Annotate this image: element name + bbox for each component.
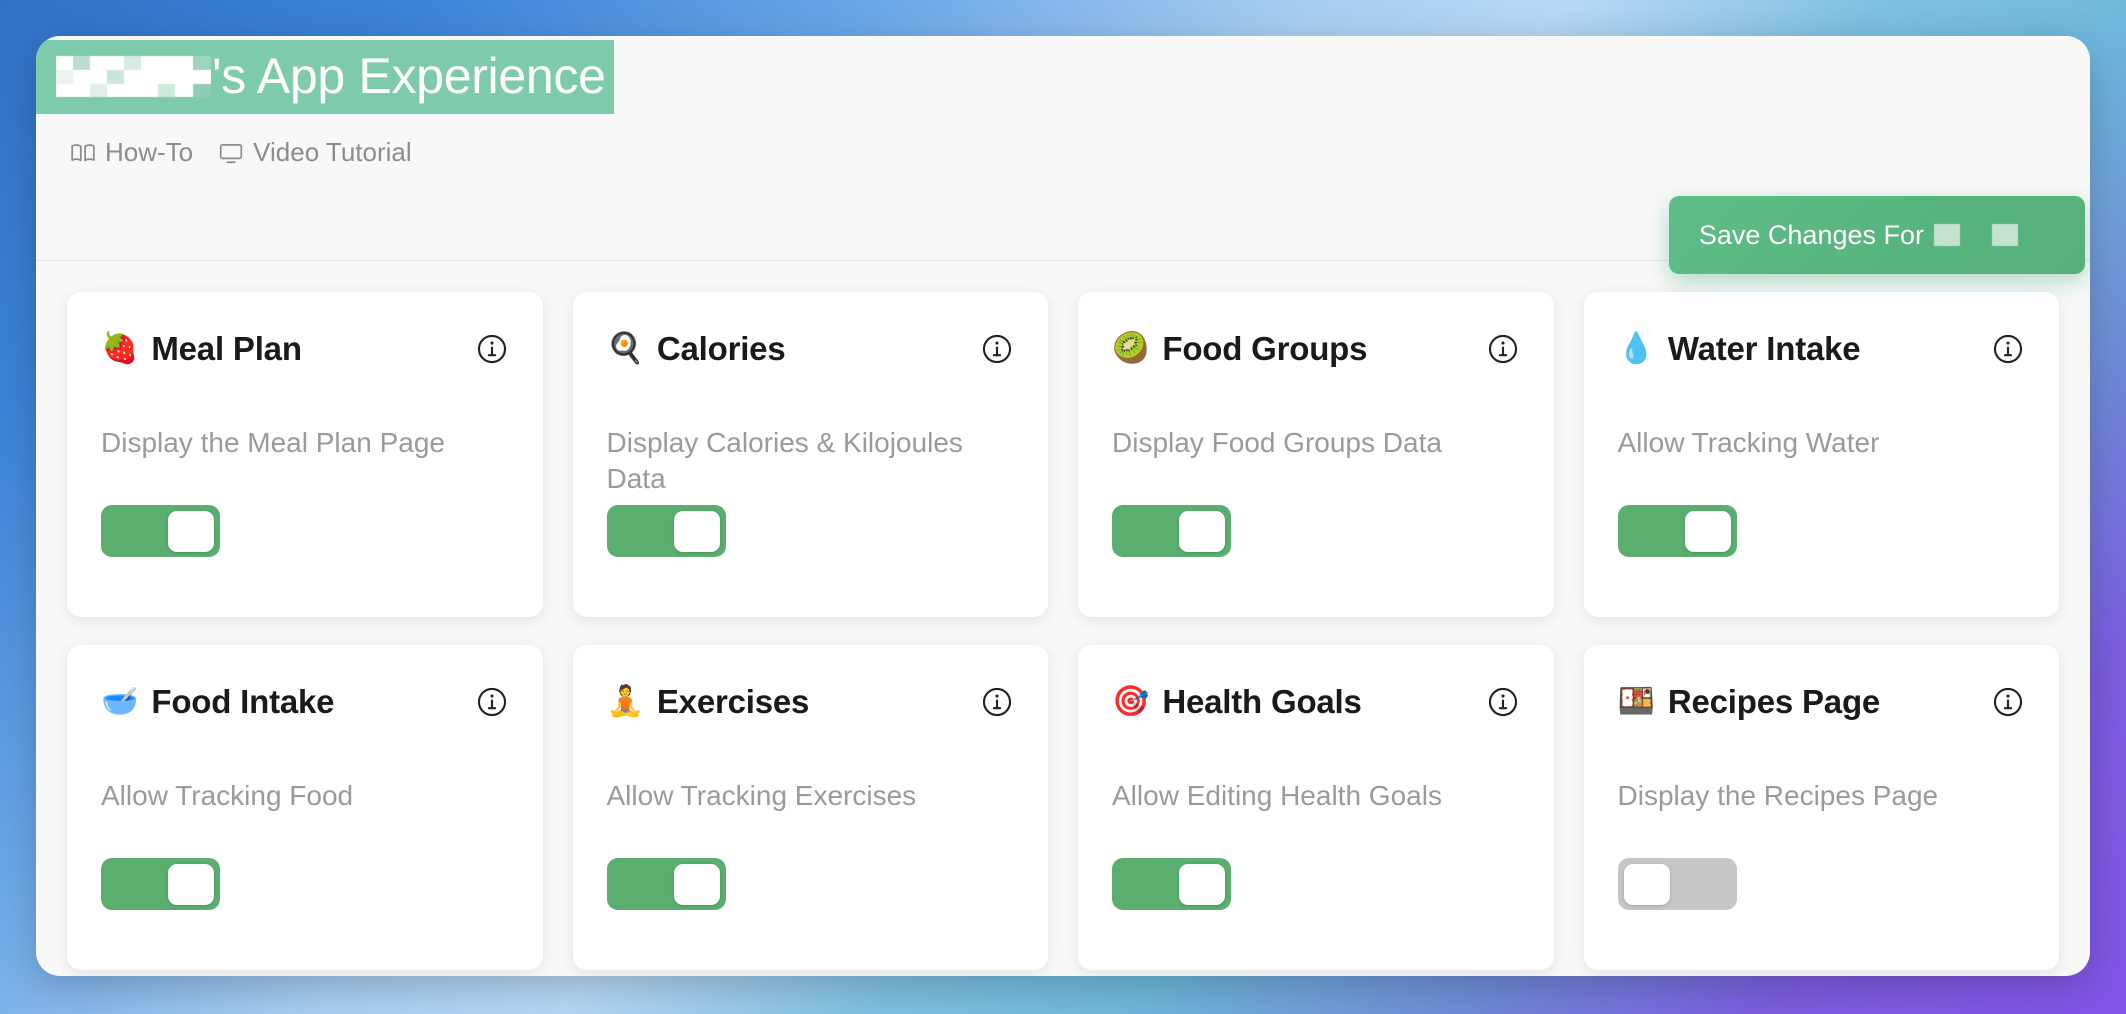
- card-title-wrap: 🎯 Health Goals: [1112, 683, 1362, 721]
- card-header: 💧 Water Intake: [1618, 330, 2026, 368]
- card-header: 🥝 Food Groups: [1112, 330, 1520, 368]
- card-title: Exercises: [656, 683, 810, 720]
- card-header: 🥣 Food Intake: [101, 683, 509, 721]
- monitor-icon: [218, 140, 244, 166]
- header-nav: How-To Video Tutorial: [70, 137, 412, 168]
- card-title: Calories: [656, 330, 786, 367]
- card-description: Allow Editing Health Goals: [1112, 780, 1442, 811]
- app-experience-panel: 's App Experience How-To Video Tutorial …: [36, 36, 2090, 976]
- open-book-icon: [70, 140, 96, 166]
- card-description: Display the Meal Plan Page: [101, 427, 445, 458]
- card-title-wrap: 💧 Water Intake: [1618, 330, 1861, 368]
- card-description: Display Calories & Kilojoules Data: [606, 427, 963, 494]
- strawberry-emoji: 🍓: [101, 332, 139, 365]
- kiwi-fruit-emoji: 🥝: [1112, 332, 1150, 365]
- info-icon[interactable]: [475, 332, 509, 366]
- page-header: 's App Experience How-To Video Tutorial …: [36, 36, 2090, 274]
- bento-box-emoji: 🍱: [1617, 685, 1655, 718]
- card-title: Food Groups: [1162, 330, 1368, 367]
- nav-link-video-tutorial[interactable]: Video Tutorial: [218, 137, 412, 168]
- card-toggle[interactable]: [1617, 505, 1737, 557]
- info-icon[interactable]: [1486, 332, 1520, 366]
- toggle-knob: [673, 510, 720, 552]
- card-title-wrap: 🍳 Calories: [607, 330, 786, 368]
- card-header: 🧘 Exercises: [607, 683, 1015, 721]
- card-toggle[interactable]: [1112, 858, 1231, 910]
- card-toggle[interactable]: [606, 858, 726, 910]
- card-title-wrap: 🥝 Food Groups: [1112, 330, 1367, 368]
- fried-egg-emoji: 🍳: [606, 332, 644, 365]
- card-water-intake[interactable]: 💧 Water Intake Allow Tracking Water: [1583, 292, 2059, 617]
- redacted-user-name: [56, 50, 211, 102]
- toggle-knob: [1623, 863, 1670, 905]
- info-icon[interactable]: [1991, 332, 2025, 366]
- toggle-knob: [1179, 510, 1225, 552]
- card-title-wrap: 🍱 Recipes Page: [1618, 683, 1881, 721]
- card-header: 🍱 Recipes Page: [1618, 683, 2026, 721]
- toggle-knob: [673, 863, 720, 905]
- card-description: Allow Tracking Food: [101, 780, 354, 811]
- card-title: Recipes Page: [1667, 683, 1881, 720]
- water-droplet-emoji: 💧: [1617, 332, 1655, 365]
- card-exercises[interactable]: 🧘 Exercises Allow Tracking Exercises: [572, 645, 1048, 970]
- nav-link-how-to-label: How-To: [105, 137, 194, 167]
- redacted-user-name-save: [1930, 218, 2054, 252]
- card-toggle[interactable]: [101, 505, 220, 557]
- direct-hit-target-emoji: 🎯: [1112, 685, 1150, 718]
- card-title-wrap: 🍓 Meal Plan: [101, 330, 302, 368]
- card-toggle[interactable]: [1617, 858, 1737, 910]
- card-header: 🎯 Health Goals: [1112, 683, 1520, 721]
- card-health-goals[interactable]: 🎯 Health Goals Allow Editing Health Goal…: [1078, 645, 1554, 970]
- card-toggle[interactable]: [101, 858, 220, 910]
- info-icon[interactable]: [980, 332, 1014, 366]
- toggle-knob: [168, 510, 214, 552]
- card-title: Food Intake: [151, 683, 335, 720]
- card-title: Water Intake: [1667, 330, 1861, 367]
- info-icon[interactable]: [1486, 685, 1520, 719]
- info-icon[interactable]: [1991, 685, 2025, 719]
- card-title: Meal Plan: [151, 330, 302, 367]
- bowl-with-spoon-emoji: 🥣: [101, 685, 139, 718]
- nav-link-video-tutorial-label: Video Tutorial: [253, 137, 412, 167]
- card-description: Display Food Groups Data: [1112, 427, 1442, 458]
- card-recipes-page[interactable]: 🍱 Recipes Page Display the Recipes Page: [1583, 645, 2059, 970]
- card-description: Allow Tracking Exercises: [606, 780, 917, 811]
- card-calories[interactable]: 🍳 Calories Display Calories & Kilojoules…: [572, 292, 1048, 617]
- info-icon[interactable]: [980, 685, 1014, 719]
- page-title: 's App Experience: [36, 40, 614, 114]
- person-lotus-position-emoji: 🧘: [606, 685, 644, 718]
- save-changes-label: Save Changes For: [1698, 219, 1924, 250]
- card-title-wrap: 🥣 Food Intake: [101, 683, 335, 721]
- card-food-intake[interactable]: 🥣 Food Intake Allow Tracking Food: [67, 645, 543, 970]
- card-meal-plan[interactable]: 🍓 Meal Plan Display the Meal Plan Page: [67, 292, 543, 617]
- card-title: Health Goals: [1162, 683, 1362, 720]
- card-header: 🍓 Meal Plan: [101, 330, 509, 368]
- info-icon[interactable]: [475, 685, 509, 719]
- toggle-knob: [1179, 863, 1225, 905]
- feature-cards-grid: 🍓 Meal Plan Display the Meal Plan Page 🍳…: [36, 262, 2090, 976]
- card-description: Display the Recipes Page: [1617, 780, 1939, 811]
- toggle-knob: [1684, 510, 1731, 552]
- card-toggle[interactable]: [1112, 505, 1231, 557]
- card-food-groups[interactable]: 🥝 Food Groups Display Food Groups Data: [1078, 292, 1554, 617]
- card-header: 🍳 Calories: [607, 330, 1015, 368]
- nav-link-how-to[interactable]: How-To: [70, 137, 193, 168]
- page-title-suffix: 's App Experience: [212, 47, 606, 104]
- card-title-wrap: 🧘 Exercises: [607, 683, 810, 721]
- card-toggle[interactable]: [606, 505, 726, 557]
- toggle-knob: [168, 863, 214, 905]
- card-description: Allow Tracking Water: [1617, 427, 1880, 458]
